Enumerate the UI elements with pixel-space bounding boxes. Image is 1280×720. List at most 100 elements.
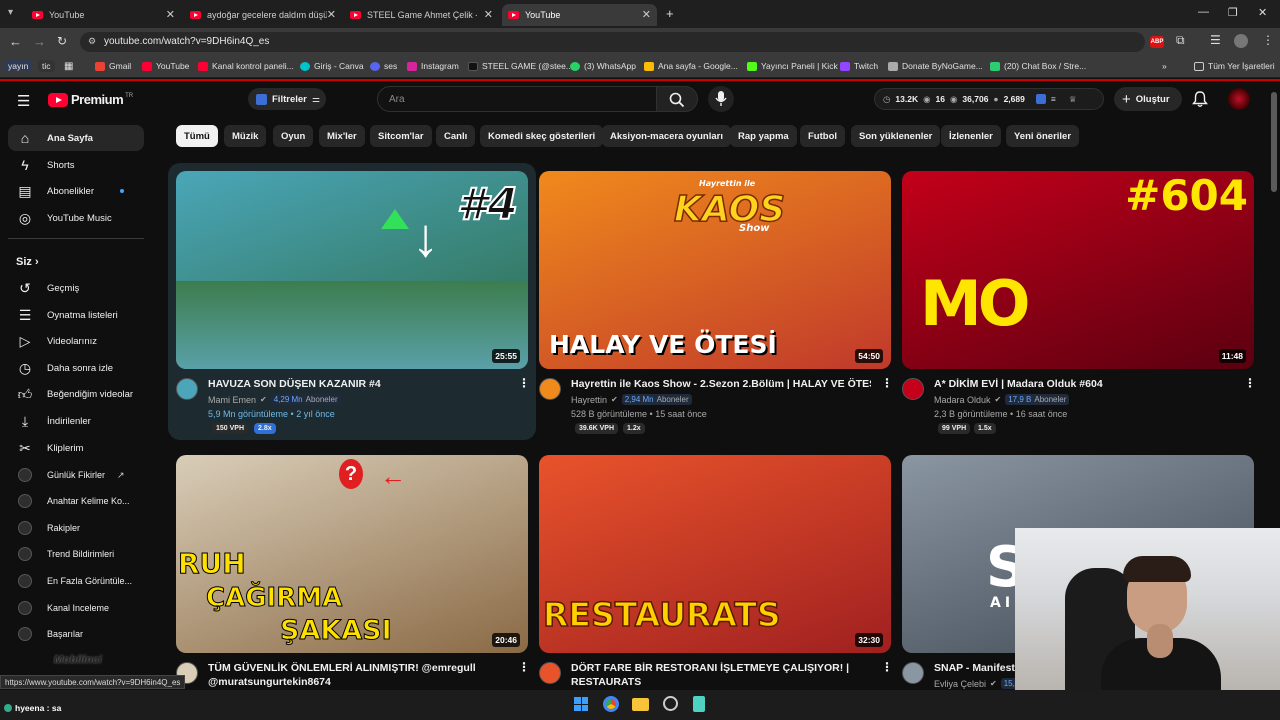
you-heading[interactable]: Siz ›: [16, 256, 39, 268]
new-tab-icon[interactable]: +: [666, 6, 674, 21]
more-options-icon[interactable]: ⋮: [881, 660, 893, 674]
chip-11[interactable]: İzlenenler: [941, 125, 1001, 147]
sidebar-item-you-5[interactable]: ⤓ İndirilenler: [8, 408, 144, 434]
bookmark-donate[interactable]: Donate ByNoGame...: [888, 61, 983, 71]
adblock-icon[interactable]: ABP: [1150, 36, 1164, 48]
bookmark-ses[interactable]: ses: [370, 61, 397, 71]
chip-6[interactable]: Komedi skeç gösterileri: [480, 125, 604, 147]
chip-12[interactable]: Yeni öneriler: [1006, 125, 1080, 147]
sidebar-item-ext-3[interactable]: Trend Bildirimleri: [8, 541, 144, 567]
bookmark-tiktok[interactable]: STEEL GAME (@stee...: [468, 61, 573, 71]
video-title-line2[interactable]: RESTAURATS: [571, 676, 871, 688]
back-icon[interactable]: ←: [9, 34, 22, 49]
close-icon[interactable]: ✕: [484, 8, 493, 21]
tab-steel-game[interactable]: STEEL Game Ahmet Çelik - You ✕: [344, 4, 499, 26]
sidebar-item-main-2[interactable]: ▤ Abonelikler: [8, 178, 144, 204]
channel-name[interactable]: Mami Emen: [208, 395, 256, 405]
chip-7[interactable]: Aksiyon-macera oyunları: [602, 125, 731, 147]
bookmark-instagram[interactable]: Instagram: [407, 61, 459, 71]
chip-1[interactable]: Müzik: [224, 125, 267, 147]
extension-stats-bar[interactable]: ◷ 13.2K ◉ 16 ◉ 36,706 ● 2,689 ≡ ♕: [874, 88, 1104, 110]
sidebar-item-ext-1[interactable]: Anahtar Kelime Ko...: [8, 488, 144, 514]
video-title[interactable]: A* DİKİM EVİ | Madara Olduk #604: [934, 378, 1234, 390]
chip-10[interactable]: Son yüklenenler: [851, 125, 941, 147]
sidebar-item-you-6[interactable]: ✂ Kliplerim: [8, 435, 144, 461]
video-thumbnail[interactable]: #604 MO 11:48: [902, 171, 1254, 369]
sidebar-item-you-2[interactable]: ▷ Videolarınız: [8, 328, 144, 354]
channel-info[interactable]: Madara Olduk ✔ 17,9 B Aboneler: [934, 394, 1070, 405]
channel-avatar[interactable]: [902, 662, 924, 684]
sidebar-item-ext-0[interactable]: Günlük Fikirler ↗: [8, 462, 144, 488]
sidebar-item-you-0[interactable]: ↺ Geçmiş: [8, 275, 144, 301]
sidebar-item-main-1[interactable]: ϟ Shorts: [8, 152, 144, 178]
sidebar-item-main-3[interactable]: ◎ YouTube Music: [8, 205, 144, 231]
extensions-icon[interactable]: ⧉: [1176, 33, 1185, 48]
bookmark-gmail[interactable]: Gmail: [95, 61, 131, 71]
bookmark-twitch[interactable]: Twitch: [840, 61, 878, 71]
tab-aydogar[interactable]: aydoğar gecelere daldım düşün ✕: [184, 4, 342, 26]
more-options-icon[interactable]: ⋮: [881, 376, 893, 390]
window-close-icon[interactable]: ✕: [1258, 6, 1267, 19]
minimize-icon[interactable]: —: [1198, 6, 1209, 18]
bookmark-kanal[interactable]: Kanal kontrol paneli...: [198, 61, 294, 71]
reload-icon[interactable]: ↻: [57, 34, 67, 48]
tab-search-icon[interactable]: ▾: [8, 7, 13, 18]
reading-list-icon[interactable]: ☰: [1210, 33, 1221, 47]
bookmark-chatbox[interactable]: (20) Chat Box / Stre...: [990, 61, 1086, 71]
more-options-icon[interactable]: ⋮: [518, 376, 530, 390]
chip-5[interactable]: Canlı: [436, 125, 476, 147]
channel-info[interactable]: Hayrettin ✔ 2,94 Mn Aboneler: [571, 394, 692, 405]
bookmark-youtube[interactable]: YouTube: [142, 61, 189, 71]
more-options-icon[interactable]: ⋮: [1244, 376, 1256, 390]
video-thumbnail[interactable]: #4 ↓ 25:55: [176, 171, 528, 369]
filters-button[interactable]: Filtreler ⚌: [248, 88, 326, 110]
more-options-icon[interactable]: ⋮: [518, 660, 530, 674]
channel-avatar[interactable]: [539, 378, 561, 400]
chip-3[interactable]: Mix'ler: [319, 125, 365, 147]
bookmark-canva[interactable]: Giriş - Canva: [300, 61, 364, 71]
youtube-logo[interactable]: Premium TR: [48, 92, 133, 107]
bookmark-yayin[interactable]: yayın: [4, 60, 33, 72]
video-title[interactable]: Hayrettin ile Kaos Show - 2.Sezon 2.Bölü…: [571, 378, 871, 390]
sidebar-item-ext-6[interactable]: Başarılar: [8, 621, 144, 647]
chrome-icon[interactable]: [603, 696, 619, 712]
sidebar-item-main-0[interactable]: ⌂ Ana Sayfa: [8, 125, 144, 151]
sidebar-item-you-4[interactable]: 👍︎ Beğendiğim videolar: [8, 381, 144, 407]
chip-8[interactable]: Rap yapma: [730, 125, 797, 147]
bookmark-all[interactable]: Tüm Yer İşaretleri: [1194, 61, 1275, 71]
close-icon[interactable]: ✕: [642, 8, 651, 21]
video-title-line2[interactable]: @muratsungurtekin8674: [208, 676, 508, 688]
tab-youtube-1[interactable]: YouTube ✕: [26, 4, 181, 26]
notepad-icon[interactable]: [693, 696, 705, 712]
create-button[interactable]: + Oluştur: [1114, 87, 1182, 111]
tab-youtube-active[interactable]: YouTube ✕: [502, 4, 657, 26]
search-button[interactable]: [656, 86, 698, 112]
video-title[interactable]: HAVUZA SON DÜŞEN KAZANIR #4: [208, 378, 508, 390]
scrollbar-thumb[interactable]: [1271, 92, 1277, 192]
bookmark-google[interactable]: Ana sayfa - Google...: [644, 61, 738, 71]
sidebar-item-you-3[interactable]: ◷ Daha sonra izle: [8, 355, 144, 381]
video-thumbnail[interactable]: HALAY VE ÖTESİ KAOS Hayrettin ile Show 54:50: [539, 171, 891, 369]
sidebar-item-you-1[interactable]: ☰ Oynatma listeleri: [8, 302, 144, 328]
sidebar-item-ext-5[interactable]: Kanal Inceleme: [8, 595, 144, 621]
channel-info[interactable]: Mami Emen ✔ 4,29 Mn Aboneler: [208, 394, 341, 405]
video-title[interactable]: DÖRT FARE BİR RESTORANI İŞLETMEYE ÇALIŞI…: [571, 662, 871, 674]
video-thumbnail[interactable]: RESTAURATS 32:30: [539, 455, 891, 653]
forward-icon[interactable]: →: [33, 34, 46, 49]
obs-icon[interactable]: [663, 696, 678, 711]
chip-9[interactable]: Futbol: [800, 125, 846, 147]
url-input[interactable]: ⚙ youtube.com/watch?v=9DH6in4Q_es: [80, 32, 1145, 52]
profile-avatar[interactable]: [1234, 34, 1248, 48]
video-thumbnail[interactable]: RUH ÇAĞIRMA ŞAKASI? ← 20:46: [176, 455, 528, 653]
chip-2[interactable]: Oyun: [273, 125, 314, 147]
bookmark-tic[interactable]: tic: [38, 60, 55, 72]
voice-search-button[interactable]: [708, 86, 734, 112]
file-explorer-icon[interactable]: [632, 698, 649, 711]
notifications-bell-icon[interactable]: [1192, 91, 1208, 108]
menu-kebab-icon[interactable]: ⋮: [1262, 33, 1274, 47]
hamburger-menu-icon[interactable]: ☰: [17, 92, 30, 110]
bookmark-kick[interactable]: Yayıncı Paneli | Kick: [747, 61, 838, 71]
channel-name[interactable]: Evliya Çelebi: [934, 679, 986, 689]
sidebar-item-ext-2[interactable]: Rakipler: [8, 515, 144, 541]
close-icon[interactable]: ✕: [166, 8, 175, 21]
